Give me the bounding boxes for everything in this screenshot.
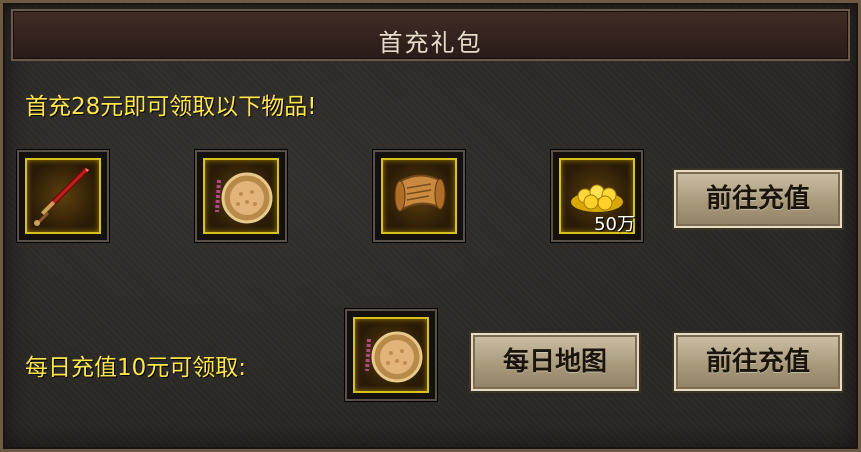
daily-map-button[interactable]: 每日地图	[469, 331, 641, 393]
daily-reward-slot-shield[interactable]	[345, 309, 437, 401]
first-recharge-gift-panel: 首充礼包 首充28元即可领取以下物品! 50万 前往充值 每日充值10元可领取:…	[0, 0, 861, 452]
round-shield-icon	[215, 172, 273, 224]
panel-title: 首充礼包	[378, 29, 483, 57]
reward-slot-gold[interactable]: 50万	[551, 150, 643, 242]
gold-quantity: 50万	[594, 214, 635, 235]
reward-slot-sword[interactable]	[17, 150, 109, 242]
daily-recharge-text: 每日充值10元可领取:	[25, 355, 247, 381]
title-bar: 首充礼包	[11, 9, 850, 61]
go-recharge-button[interactable]: 前往充值	[672, 168, 844, 230]
daily-go-recharge-button[interactable]: 前往充值	[672, 331, 844, 393]
round-shield-icon	[365, 331, 423, 383]
reward-slot-shield[interactable]	[195, 150, 287, 242]
red-sword-icon	[34, 167, 91, 226]
first-recharge-text: 首充28元即可领取以下物品!	[25, 94, 317, 120]
reward-slot-scroll[interactable]	[373, 150, 465, 242]
scroll-icon	[394, 174, 446, 212]
